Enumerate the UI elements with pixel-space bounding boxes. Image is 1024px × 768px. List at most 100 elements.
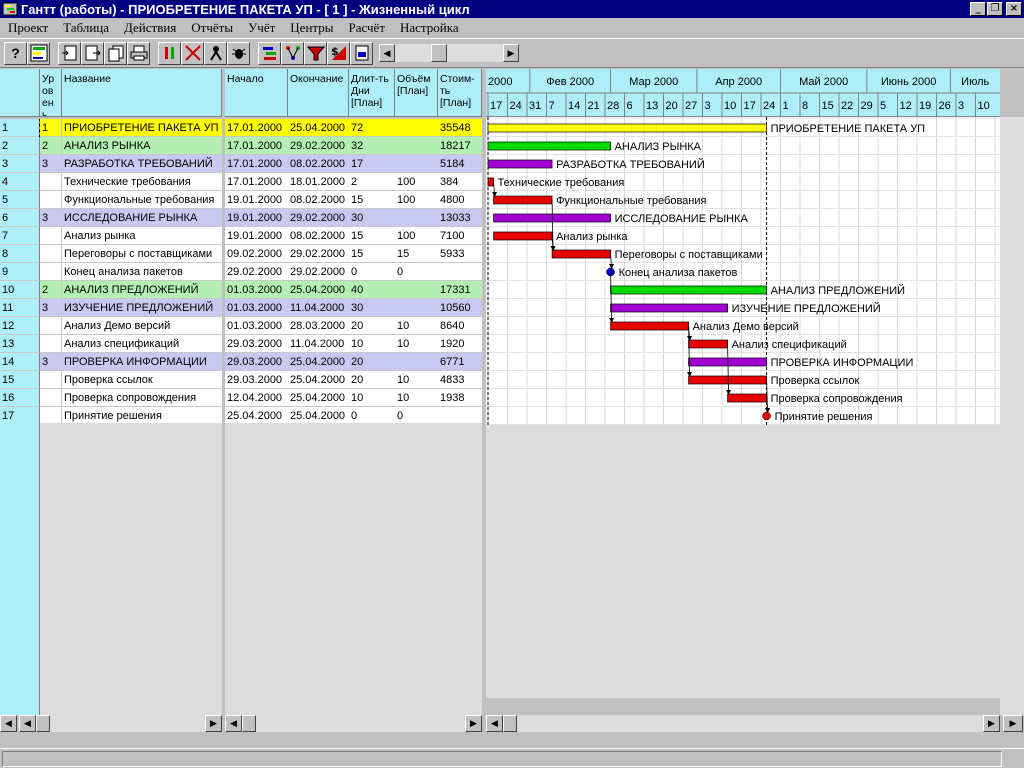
row-id[interactable]: 13 <box>0 335 40 353</box>
row-name[interactable]: ПРОВЕРКА ИНФОРМАЦИИ <box>62 353 222 371</box>
row-volume[interactable]: 10 <box>395 317 438 335</box>
menu-reports[interactable]: Отчёты <box>183 20 240 36</box>
row-volume[interactable]: 100 <box>395 173 438 191</box>
row-level[interactable]: 3 <box>40 209 62 227</box>
minimize-button[interactable]: _ <box>970 2 986 16</box>
row-start[interactable]: 17.01.2000 <box>225 173 288 191</box>
row-name[interactable]: АНАЛИЗ РЫНКА <box>62 137 222 155</box>
row-name[interactable]: Анализ рынка <box>62 227 222 245</box>
row-volume[interactable] <box>395 299 438 317</box>
row-cost[interactable]: 6771 <box>438 353 482 371</box>
data-pane-scrollbar[interactable]: ◀ ▶ <box>225 715 482 732</box>
scroll-thumb[interactable] <box>242 715 256 732</box>
row-start[interactable]: 01.03.2000 <box>225 281 288 299</box>
link-button[interactable] <box>158 41 181 65</box>
row-volume[interactable]: 0 <box>395 263 438 281</box>
gantt-view-button[interactable] <box>258 41 281 65</box>
row-level[interactable]: 3 <box>40 299 62 317</box>
chart-pane-scrollbar[interactable]: ◀ ▶ <box>486 715 1000 732</box>
row-duration[interactable]: 15 <box>349 191 395 209</box>
row-name[interactable]: Переговоры с поставщиками <box>62 245 222 263</box>
row-end[interactable]: 25.04.2000 <box>288 119 349 137</box>
scroll-right-icon[interactable]: ▶ <box>503 44 519 62</box>
row-start[interactable]: 29.03.2000 <box>225 371 288 389</box>
table-row[interactable]: 29.02.2000 29.02.2000 0 0 <box>225 263 482 281</box>
row-id[interactable]: 3 <box>0 155 40 173</box>
row-cost[interactable]: 13033 <box>438 209 482 227</box>
row-end[interactable]: 08.02.2000 <box>288 191 349 209</box>
row-end[interactable]: 25.04.2000 <box>288 371 349 389</box>
row-duration[interactable]: 20 <box>349 371 395 389</box>
row-duration[interactable]: 17 <box>349 155 395 173</box>
table-row[interactable]: 10 2 АНАЛИЗ ПРЕДЛОЖЕНИЙ <box>0 281 222 299</box>
timeline-zoom-scrollbar[interactable]: ◀ ▶ <box>379 44 519 62</box>
row-duration[interactable]: 20 <box>349 317 395 335</box>
row-name[interactable]: Проверка ссылок <box>62 371 222 389</box>
row-name[interactable]: ИЗУЧЕНИЕ ПРЕДЛОЖЕНИЙ <box>62 299 222 317</box>
row-level[interactable]: 2 <box>40 137 62 155</box>
row-level[interactable] <box>40 335 62 353</box>
row-end[interactable]: 18.01.2000 <box>288 173 349 191</box>
scroll-right-icon[interactable]: ▶ <box>205 715 222 732</box>
row-start[interactable]: 17.01.2000 <box>225 137 288 155</box>
copy-button[interactable] <box>104 41 127 65</box>
row-start[interactable]: 19.01.2000 <box>225 191 288 209</box>
start-column-header[interactable]: Начало <box>225 69 288 117</box>
row-level[interactable]: 3 <box>40 155 62 173</box>
row-cost[interactable]: 384 <box>438 173 482 191</box>
row-duration[interactable]: 2 <box>349 173 395 191</box>
table-row[interactable]: 7 Анализ рынка <box>0 227 222 245</box>
row-end[interactable]: 11.04.2000 <box>288 335 349 353</box>
menu-accounting[interactable]: Учёт <box>240 20 282 36</box>
volume-column-header[interactable]: Объём [План] <box>395 69 438 117</box>
row-cost[interactable]: 4800 <box>438 191 482 209</box>
table-row[interactable]: 5 Функциональные требования <box>0 191 222 209</box>
scroll-right-end-icon[interactable]: ▶ <box>1003 715 1023 732</box>
row-volume[interactable] <box>395 281 438 299</box>
report-button[interactable] <box>350 41 373 65</box>
row-duration[interactable]: 15 <box>349 245 395 263</box>
scroll-left-icon[interactable]: ◀ <box>486 715 503 732</box>
menu-centers[interactable]: Центры <box>282 20 340 36</box>
row-end[interactable]: 29.02.2000 <box>288 137 349 155</box>
row-start[interactable]: 29.03.2000 <box>225 353 288 371</box>
row-level[interactable]: 2 <box>40 281 62 299</box>
row-name[interactable]: ИССЛЕДОВАНИЕ РЫНКА <box>62 209 222 227</box>
scroll-thumb[interactable] <box>503 715 517 732</box>
export-button[interactable] <box>81 41 104 65</box>
row-start[interactable]: 17.01.2000 <box>225 119 288 137</box>
row-id[interactable]: 14 <box>0 353 40 371</box>
row-end[interactable]: 25.04.2000 <box>288 353 349 371</box>
row-level[interactable]: 1 <box>39 119 63 137</box>
import-button[interactable] <box>58 41 81 65</box>
row-level[interactable] <box>40 191 62 209</box>
row-start[interactable]: 09.02.2000 <box>225 245 288 263</box>
end-column-header[interactable]: Окончание <box>288 69 349 117</box>
row-cost[interactable]: 18217 <box>438 137 482 155</box>
row-name[interactable]: Конец анализа пакетов <box>62 263 222 281</box>
print-button[interactable] <box>127 41 150 65</box>
table-row[interactable]: 1 1 ПРИОБРЕТЕНИЕ ПАКЕТА УП <box>0 119 222 137</box>
row-volume[interactable]: 100 <box>395 191 438 209</box>
row-name[interactable]: Технические требования <box>62 173 222 191</box>
row-cost[interactable]: 1920 <box>438 335 482 353</box>
id-column-header[interactable] <box>0 69 40 117</box>
row-end[interactable]: 29.02.2000 <box>288 263 349 281</box>
row-level[interactable] <box>40 263 62 281</box>
table-row[interactable]: 01.03.2000 11.04.2000 30 10560 <box>225 299 482 317</box>
table-row[interactable]: 3 3 РАЗРАБОТКА ТРЕБОВАНИЙ <box>0 155 222 173</box>
menu-project[interactable]: Проект <box>0 20 55 36</box>
row-id[interactable]: 15 <box>0 371 40 389</box>
row-end[interactable]: 25.04.2000 <box>288 281 349 299</box>
name-column-header[interactable]: Название <box>62 69 222 117</box>
row-level[interactable] <box>40 227 62 245</box>
row-cost[interactable]: 1938 <box>438 389 482 407</box>
row-duration[interactable]: 30 <box>349 209 395 227</box>
table-row[interactable]: 29.03.2000 25.04.2000 20 6771 <box>225 353 482 371</box>
table-row[interactable]: 01.03.2000 25.04.2000 40 17331 <box>225 281 482 299</box>
table-row[interactable]: 19.01.2000 08.02.2000 15 100 4800 <box>225 191 482 209</box>
row-start[interactable]: 19.01.2000 <box>225 227 288 245</box>
table-row[interactable]: 15 Проверка ссылок <box>0 371 222 389</box>
row-id[interactable]: 11 <box>0 299 40 317</box>
help-button[interactable]: ? <box>4 41 27 65</box>
